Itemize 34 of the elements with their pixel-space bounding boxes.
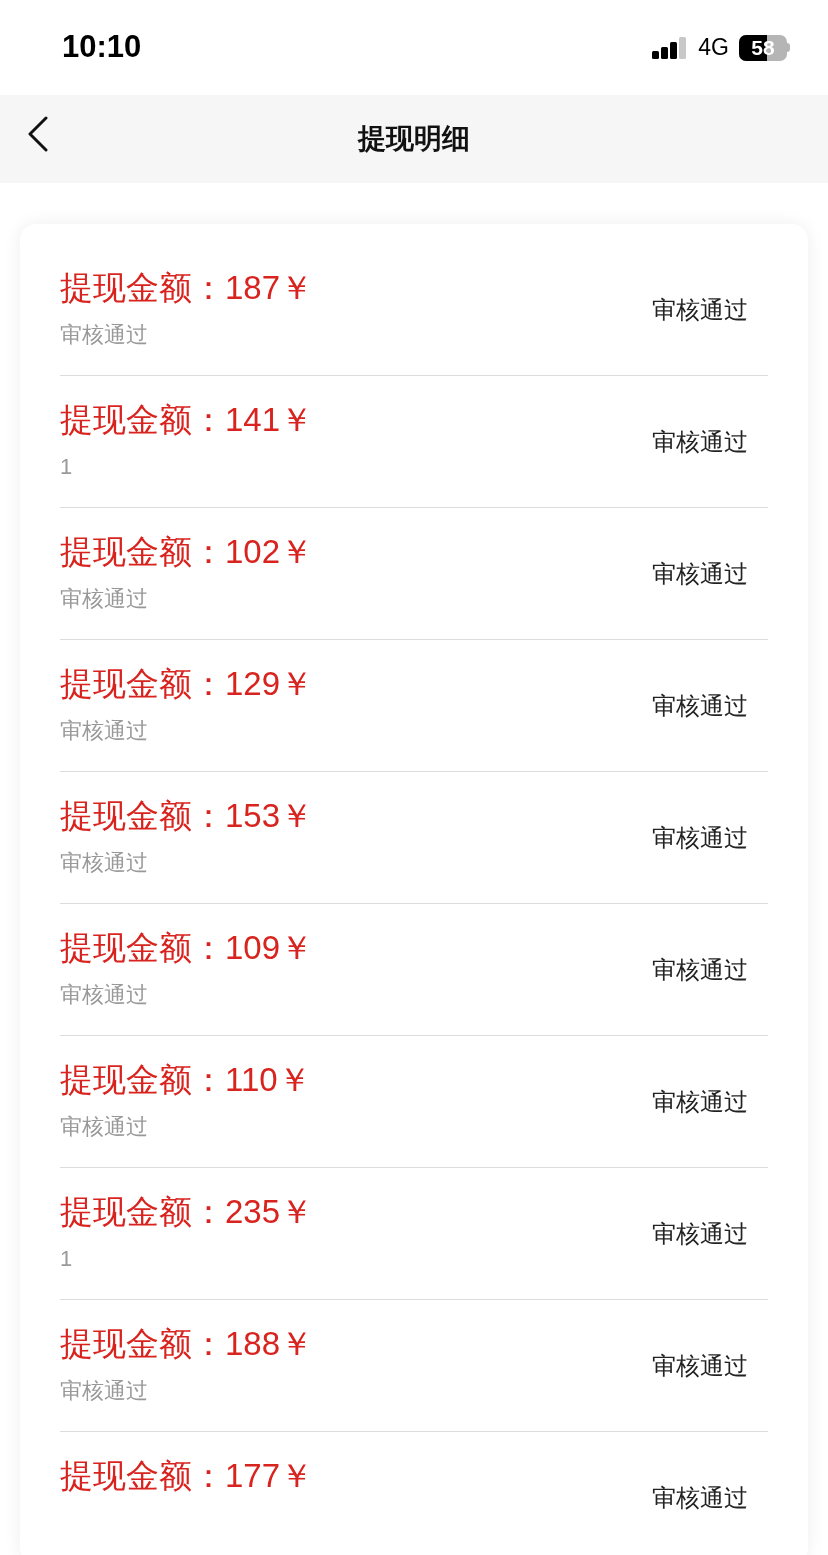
signal-icon bbox=[652, 36, 689, 59]
amount-label: 提现金额：187￥ bbox=[60, 268, 314, 308]
review-status: 审核通过 bbox=[652, 1086, 748, 1117]
record-note: 审核通过 bbox=[60, 322, 149, 348]
page-title: 提现明细 bbox=[358, 122, 470, 156]
review-status: 审核通过 bbox=[652, 822, 748, 853]
status-time: 10:10 bbox=[62, 28, 142, 67]
record-note: 1 bbox=[60, 454, 74, 480]
amount-label: 提现金额：177￥ bbox=[60, 1456, 314, 1496]
amount-label: 提现金额：129￥ bbox=[60, 664, 314, 704]
amount-label: 提现金额：141￥ bbox=[60, 400, 314, 440]
amount-label: 提现金额：110￥ bbox=[60, 1060, 311, 1100]
review-status: 审核通过 bbox=[652, 1350, 748, 1381]
amount-label: 提现金额：235￥ bbox=[60, 1192, 314, 1232]
review-status: 审核通过 bbox=[652, 294, 748, 325]
back-icon[interactable] bbox=[27, 116, 49, 152]
amount-label: 提现金额：102￥ bbox=[60, 532, 314, 572]
review-status: 审核通过 bbox=[652, 1482, 748, 1513]
review-status: 审核通过 bbox=[652, 426, 748, 457]
amount-label: 提现金额：188￥ bbox=[60, 1324, 314, 1364]
record-note: 审核通过 bbox=[60, 850, 149, 876]
record-note: 审核通过 bbox=[60, 982, 149, 1008]
review-status: 审核通过 bbox=[652, 558, 748, 589]
record-note: 审核通过 bbox=[60, 1378, 149, 1404]
record-note: 1 bbox=[60, 1246, 74, 1272]
record-note: 审核通过 bbox=[60, 1114, 149, 1140]
amount-label: 提现金额：109￥ bbox=[60, 928, 314, 968]
record-note: 审核通过 bbox=[60, 718, 149, 744]
network-label: 4G bbox=[698, 33, 729, 63]
record-note: 审核通过 bbox=[60, 586, 149, 612]
review-status: 审核通过 bbox=[652, 1218, 748, 1249]
review-status: 审核通过 bbox=[652, 690, 748, 721]
amount-label: 提现金额：153￥ bbox=[60, 796, 314, 836]
review-status: 审核通过 bbox=[652, 954, 748, 985]
